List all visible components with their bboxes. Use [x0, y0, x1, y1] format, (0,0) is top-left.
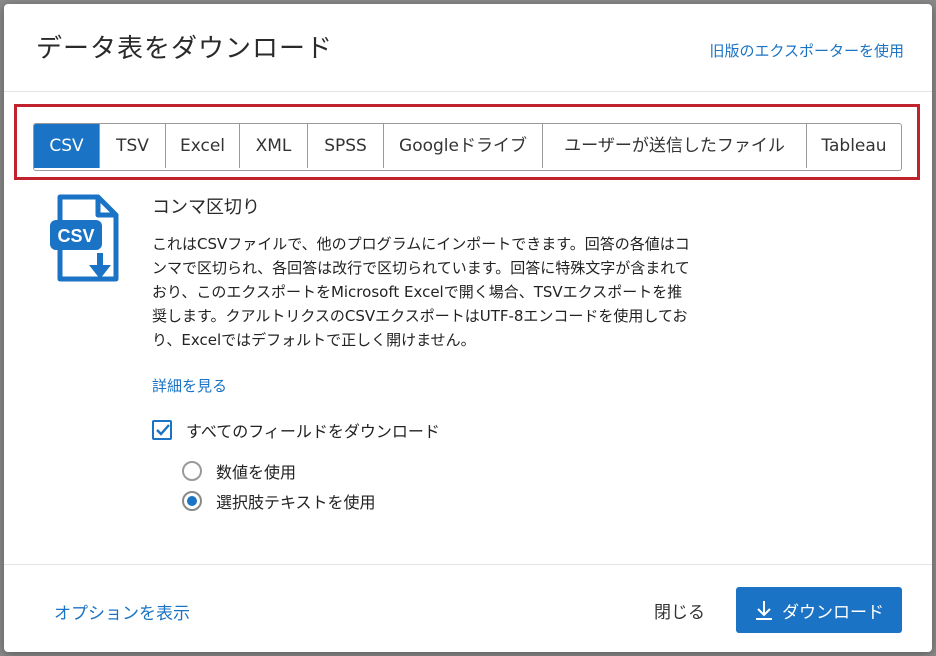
download-icon [754, 599, 774, 621]
tab-excel[interactable]: Excel [166, 124, 240, 168]
csv-icon-label: CSV [57, 226, 94, 246]
use-numeric-values-label: 数値を使用 [216, 463, 297, 482]
use-numeric-values-radio[interactable] [182, 461, 202, 481]
tab-xml[interactable]: XML [240, 124, 308, 168]
download-all-fields-label: すべてのフィールドをダウンロード [186, 422, 440, 441]
details-link[interactable]: 詳細を見る [152, 375, 227, 396]
dialog-title: データ表をダウンロード [36, 34, 334, 64]
legacy-exporter-link[interactable]: 旧版のエクスポーターを使用 [709, 40, 904, 61]
close-button[interactable]: 閉じる [654, 598, 705, 623]
download-button[interactable]: ダウンロード [736, 587, 902, 633]
download-all-fields-checkbox[interactable] [152, 420, 172, 440]
use-numeric-values-option[interactable]: 数値を使用 [182, 459, 296, 483]
tab-tsv[interactable]: TSV [100, 124, 166, 168]
show-options-link[interactable]: オプションを表示 [54, 599, 190, 624]
dialog-header: データ表をダウンロード 旧版のエクスポーターを使用 [4, 4, 932, 92]
use-choice-text-label: 選択肢テキストを使用 [216, 493, 376, 512]
checkmark-icon [156, 424, 170, 436]
tab-spss[interactable]: SPSS [308, 124, 384, 168]
format-description: これはCSVファイルで、他のプログラムにインポートできます。回答の各値はコンマで… [152, 235, 690, 349]
download-button-label: ダウンロード [782, 602, 884, 623]
download-dialog: データ表をダウンロード 旧版のエクスポーターを使用 CSV TSV Excel … [4, 4, 932, 652]
format-title: コンマ区切り [152, 197, 260, 218]
use-choice-text-radio[interactable] [182, 491, 202, 511]
tab-user-submitted-files[interactable]: ユーザーが送信したファイル [543, 124, 807, 168]
tab-google-drive[interactable]: Googleドライブ [384, 124, 543, 168]
download-all-fields-option[interactable]: すべてのフィールドをダウンロード [152, 418, 440, 442]
use-choice-text-option[interactable]: 選択肢テキストを使用 [182, 489, 376, 513]
csv-file-icon: CSV [48, 193, 124, 287]
format-tabs: CSV TSV Excel XML SPSS Googleドライブ ユーザーが送… [33, 123, 902, 171]
dialog-footer: オプションを表示 閉じる ダウンロード [4, 564, 932, 652]
tab-tableau[interactable]: Tableau [807, 124, 901, 168]
tab-csv[interactable]: CSV [34, 124, 100, 168]
